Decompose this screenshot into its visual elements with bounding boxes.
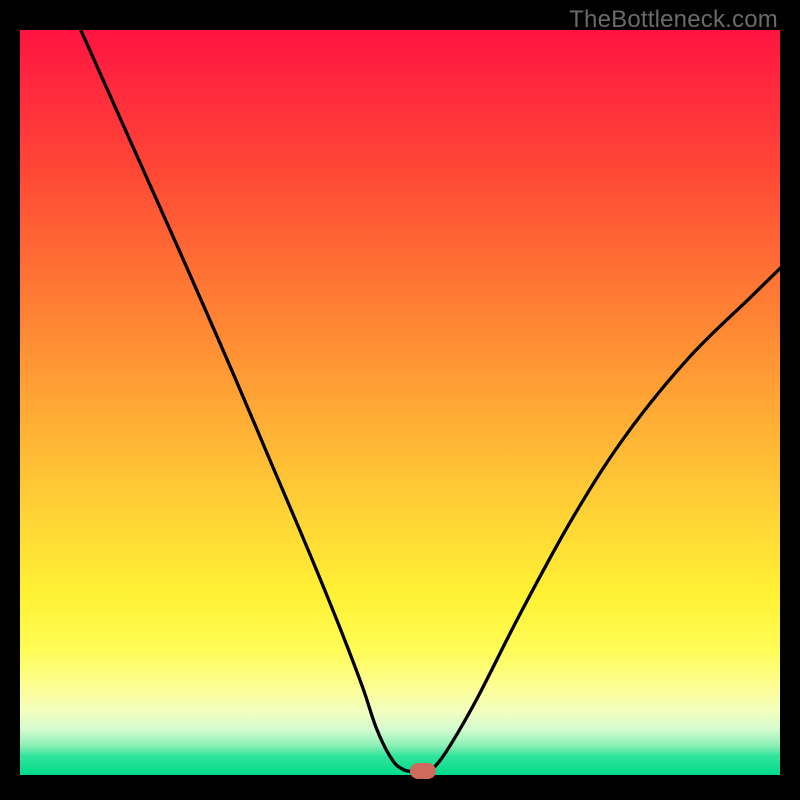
chart-frame xyxy=(20,30,780,790)
left-branch-curve xyxy=(81,30,412,771)
curve-layer xyxy=(20,30,780,775)
right-branch-curve xyxy=(430,268,780,771)
optimal-point-marker xyxy=(410,763,436,779)
